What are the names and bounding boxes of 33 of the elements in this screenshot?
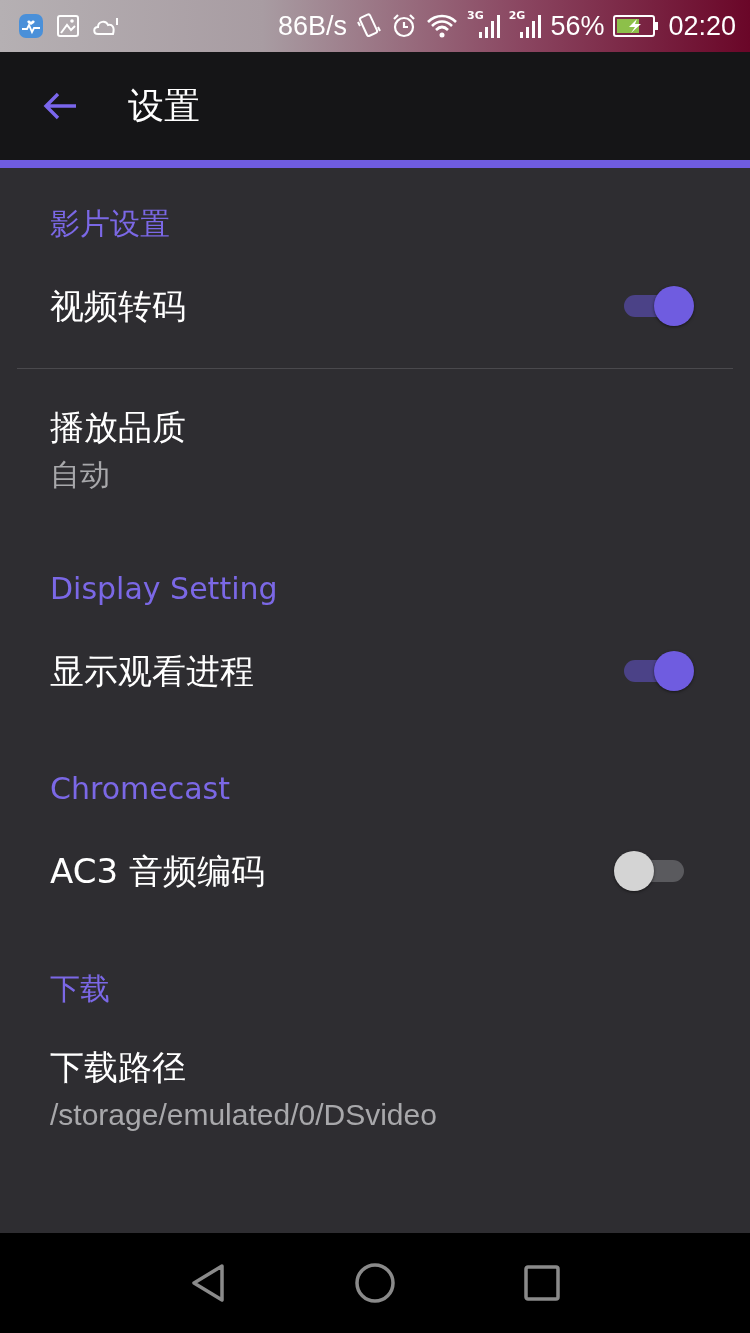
setting-row[interactable]: 下载路径 /storage/emulated/0/DSvideo [0, 1009, 750, 1173]
battery-percent: 56% [550, 10, 605, 42]
section-header: 下载 [50, 970, 110, 1008]
back-arrow-icon[interactable] [42, 91, 78, 121]
back-icon[interactable] [190, 1263, 226, 1303]
setting-title: AC3 音频编码 [50, 851, 265, 891]
setting-title: 显示观看进程 [50, 651, 254, 691]
cloud-icon [92, 15, 120, 37]
network-type: 3G [467, 9, 484, 22]
vibrate-icon [356, 12, 382, 40]
alarm-icon [391, 13, 417, 39]
battery-charging-icon [613, 14, 660, 38]
setting-row[interactable]: 播放品质 自动 [0, 369, 750, 533]
section-header: 影片设置 [50, 205, 170, 243]
network-type: 2G [508, 9, 526, 22]
clock: 02:20 [668, 10, 736, 42]
network-speed: 86B/s [277, 10, 347, 42]
section-header: Display Setting [50, 570, 278, 608]
page-title: 设置 [128, 83, 200, 128]
section-header: Chromecast [50, 770, 230, 808]
setting-value: /storage/emulated/0/DSvideo [50, 1097, 437, 1133]
setting-title: 视频转码 [50, 286, 186, 326]
setting-title: 播放品质 [50, 407, 186, 447]
image-icon [56, 14, 80, 38]
setting-row[interactable]: AC3 音频编码 [0, 809, 750, 933]
setting-row[interactable]: 显示观看进程 [0, 609, 750, 733]
recent-apps-icon[interactable] [524, 1265, 560, 1301]
wifi-icon [426, 13, 458, 39]
health-app-icon [18, 13, 44, 39]
setting-value: 自动 [50, 457, 110, 493]
home-icon[interactable] [354, 1262, 396, 1304]
setting-title: 下载路径 [50, 1047, 186, 1087]
setting-row[interactable]: 视频转码 [0, 244, 750, 368]
